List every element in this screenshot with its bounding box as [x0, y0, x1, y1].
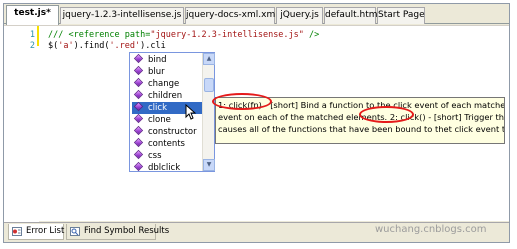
overload-2-continuation: causes all of the functions that have be…	[218, 124, 505, 134]
completion-item-label: clone	[148, 115, 171, 125]
method-icon	[133, 53, 144, 64]
completion-item-label: change	[148, 79, 180, 89]
completion-item-css[interactable]: css	[132, 149, 202, 162]
method-icon	[133, 89, 144, 100]
annotation-ring-overload-2	[359, 106, 414, 123]
completion-item-label: click	[148, 103, 167, 113]
tooltip-line-3: causes all of the functions that have be…	[218, 124, 505, 134]
find-symbol-icon	[70, 227, 80, 236]
method-icon	[133, 113, 144, 124]
tab-label: jQuery.js	[280, 10, 319, 20]
completion-item-constructor[interactable]: constructor	[132, 125, 202, 138]
tab-test-js[interactable]: test.js*	[6, 5, 59, 25]
scroll-down-arrow-icon[interactable]: ▼	[203, 159, 215, 171]
code-token: ).cli	[140, 41, 166, 51]
tab-label: jquery-docs-xml.xml	[186, 10, 278, 20]
method-icon	[133, 65, 144, 76]
completion-item-label: constructor	[148, 127, 197, 137]
method-icon	[133, 149, 144, 160]
method-icon	[133, 125, 144, 136]
watermark-text: wuchang.cnblogs.com	[375, 224, 487, 235]
completion-item-label: bind	[148, 55, 167, 65]
tab-jquery-intellisense[interactable]: jquery-1.2.3-intellisense.js	[60, 7, 184, 24]
mouse-pointer-icon	[185, 104, 196, 120]
completion-item-bind[interactable]: bind	[132, 53, 202, 66]
intellisense-completion-list[interactable]: bind blur change children click clone co…	[129, 52, 215, 172]
completion-item-label: contents	[148, 139, 185, 149]
code-string: 'a'	[58, 41, 74, 51]
reference-path: "jquery-1.2.3-intellisense.js"	[150, 30, 304, 40]
tab-default-htm[interactable]: default.htm	[324, 7, 378, 24]
completion-scrollbar[interactable]: ▲ ▼	[202, 53, 215, 171]
completion-item-children[interactable]: children	[132, 89, 202, 102]
method-icon	[133, 101, 144, 112]
completion-item-label: blur	[148, 67, 165, 77]
code-line-2[interactable]: $('a').find('.red').cli	[48, 41, 166, 51]
line-number-gutter: 1 2	[4, 26, 39, 222]
tab-label: default.htm	[325, 10, 378, 20]
tab-label: Start Page	[378, 10, 425, 20]
completion-item-label: css	[148, 151, 162, 161]
completion-item-dblclick[interactable]: dblclick	[132, 161, 202, 171]
error-list-icon	[12, 227, 22, 236]
method-icon	[133, 77, 144, 88]
code-token: $(	[48, 41, 59, 51]
scrollbar-thumb[interactable]	[204, 78, 214, 92]
reference-tag-close: />	[303, 30, 320, 40]
tab-label: jquery-1.2.3-intellisense.js	[62, 10, 182, 20]
changed-line-marker	[37, 26, 39, 46]
tab-label: Find Symbol Results	[84, 226, 170, 236]
reference-tag-open: <reference path=	[68, 30, 151, 40]
tab-start-page[interactable]: Start Page	[377, 7, 425, 24]
code-string: '.red'	[109, 41, 141, 51]
find-symbol-results-tab[interactable]: Find Symbol Results	[66, 224, 169, 240]
method-icon	[133, 161, 144, 171]
scroll-up-arrow-icon[interactable]: ▲	[203, 53, 215, 65]
line-number: 2	[29, 41, 35, 51]
comment-prefix: ///	[48, 30, 69, 40]
method-icon	[133, 137, 144, 148]
completion-item-change[interactable]: change	[132, 77, 202, 90]
tab-jquery-docs-xml[interactable]: jquery-docs-xml.xml	[185, 7, 278, 24]
document-tab-strip: test.js* jquery-1.2.3-intellisense.js jq…	[4, 4, 509, 25]
completion-item-blur[interactable]: blur	[132, 65, 202, 78]
tab-label: test.js*	[14, 8, 51, 18]
overload-2-text: [short] Trigger the click event	[433, 112, 505, 122]
error-list-tab[interactable]: Error List	[8, 224, 64, 240]
line-number: 1	[29, 30, 35, 40]
tab-jquery-js[interactable]: jQuery.js	[276, 7, 323, 24]
code-line-1[interactable]: /// <reference path="jquery-1.2.3-intell…	[48, 30, 319, 40]
completion-item-contents[interactable]: contents	[132, 137, 202, 150]
code-token: ).find(	[73, 41, 110, 51]
tab-label: Error List	[26, 226, 65, 236]
completion-item-label: children	[148, 91, 183, 101]
annotation-ring-overload-1	[212, 93, 272, 110]
completion-item-label: dblclick	[148, 163, 181, 171]
